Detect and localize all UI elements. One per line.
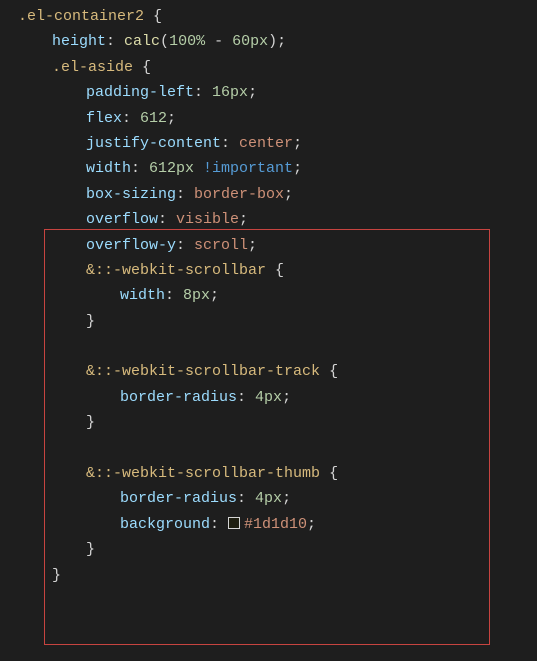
colon-token: : [106, 33, 124, 50]
code-line: box-sizing: border-box; [0, 182, 537, 207]
colon-token: : [176, 186, 194, 203]
prop-token: width [86, 160, 131, 177]
code-line: } [0, 410, 537, 435]
colon-token: : [158, 211, 176, 228]
selector-token: ::-webkit-scrollbar-track [95, 363, 320, 380]
code-line: width: 8px; [0, 283, 537, 308]
colon-token: : [122, 110, 140, 127]
code-line: overflow: visible; [0, 207, 537, 232]
num-token: 100% [169, 33, 205, 50]
prop-token: border-radius [120, 490, 237, 507]
colon-token: : [237, 389, 255, 406]
code-line [0, 334, 537, 359]
code-line [0, 436, 537, 461]
num-token: 60px [232, 33, 268, 50]
prop-token: overflow [86, 211, 158, 228]
selector-token: ::-webkit-scrollbar-thumb [95, 465, 320, 482]
brace-token: } [52, 567, 61, 584]
amp-token: & [86, 262, 95, 279]
brace-token: } [86, 313, 95, 330]
code-line: height: calc(100% - 60px); [0, 29, 537, 54]
selector-token: ::-webkit-scrollbar [95, 262, 266, 279]
hex-token: #1d1d10 [244, 516, 307, 533]
prop-token: border-radius [120, 389, 237, 406]
value-token: center [239, 135, 293, 152]
amp-token: & [86, 465, 95, 482]
code-line: } [0, 309, 537, 334]
semi-token: ; [293, 160, 302, 177]
semi-token: ; [239, 211, 248, 228]
code-line: .el-aside { [0, 55, 537, 80]
code-line: } [0, 563, 537, 588]
code-line: justify-content: center; [0, 131, 537, 156]
semi-token: ; [282, 389, 291, 406]
op-token: - [205, 33, 232, 50]
paren-token: ( [160, 33, 169, 50]
prop-token: flex [86, 110, 122, 127]
semi-token: ; [293, 135, 302, 152]
selector-token: .el-container2 [18, 8, 144, 25]
amp-token: & [86, 363, 95, 380]
paren-token: ) [268, 33, 277, 50]
colon-token: : [194, 84, 212, 101]
value-token: visible [176, 211, 239, 228]
semi-token: ; [167, 110, 176, 127]
colon-token: : [165, 287, 183, 304]
semi-token: ; [210, 287, 219, 304]
brace-token: { [133, 59, 151, 76]
code-line: .el-container2 { [0, 4, 537, 29]
semi-token: ; [282, 490, 291, 507]
code-line: width: 612px !important; [0, 156, 537, 181]
brace-token: } [86, 414, 95, 431]
colon-token: : [210, 516, 228, 533]
func-token: calc [124, 33, 160, 50]
selector-token: .el-aside [52, 59, 133, 76]
keyword-token: !important [194, 160, 293, 177]
num-token: 4px [255, 490, 282, 507]
colon-token: : [176, 237, 194, 254]
prop-token: overflow-y [86, 237, 176, 254]
code-line: &::-webkit-scrollbar { [0, 258, 537, 283]
prop-token: height [52, 33, 106, 50]
code-line: overflow-y: scroll; [0, 233, 537, 258]
prop-token: padding-left [86, 84, 194, 101]
brace-token: { [320, 363, 338, 380]
num-token: 4px [255, 389, 282, 406]
semi-token: ; [248, 237, 257, 254]
code-line: padding-left: 16px; [0, 80, 537, 105]
colon-token: : [131, 160, 149, 177]
brace-token: { [320, 465, 338, 482]
num-token: 612px [149, 160, 194, 177]
code-line: background: #1d1d10; [0, 512, 537, 537]
semi-token: ; [307, 516, 316, 533]
prop-token: background [120, 516, 210, 533]
colon-token: : [221, 135, 239, 152]
brace-token: } [86, 541, 95, 558]
prop-token: box-sizing [86, 186, 176, 203]
num-token: 612 [140, 110, 167, 127]
prop-token: width [120, 287, 165, 304]
num-token: 8px [183, 287, 210, 304]
semi-token: ; [277, 33, 286, 50]
prop-token: justify-content [86, 135, 221, 152]
code-line: border-radius: 4px; [0, 385, 537, 410]
value-token: scroll [194, 237, 248, 254]
code-line: } [0, 537, 537, 562]
semi-token: ; [248, 84, 257, 101]
code-line: &::-webkit-scrollbar-thumb { [0, 461, 537, 486]
code-line: border-radius: 4px; [0, 486, 537, 511]
brace-token: { [144, 8, 162, 25]
colon-token: : [237, 490, 255, 507]
code-line: flex: 612; [0, 106, 537, 131]
semi-token: ; [284, 186, 293, 203]
color-swatch-icon[interactable] [228, 517, 240, 529]
code-editor[interactable]: .el-container2 { height: calc(100% - 60p… [0, 0, 537, 588]
num-token: 16px [212, 84, 248, 101]
code-line: &::-webkit-scrollbar-track { [0, 359, 537, 384]
brace-token: { [266, 262, 284, 279]
value-token: border-box [194, 186, 284, 203]
